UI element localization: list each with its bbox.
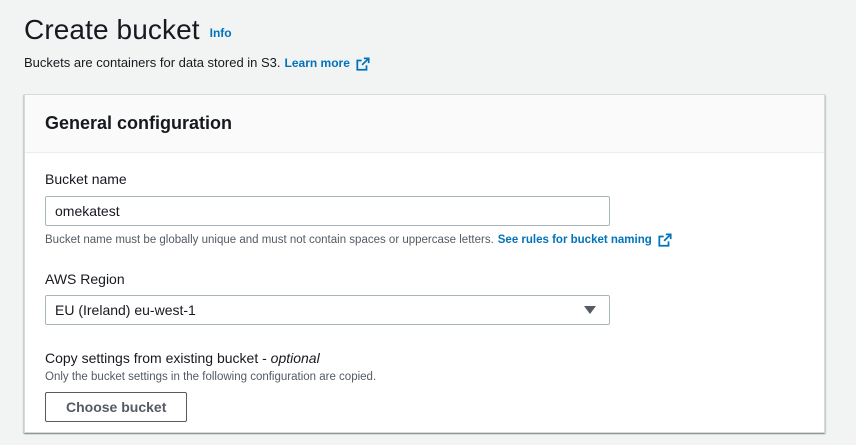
learn-more-label: Learn more bbox=[284, 56, 350, 70]
page-title: Create bucket bbox=[24, 14, 200, 45]
constraint-text: Bucket name must be globally unique and … bbox=[45, 234, 494, 246]
aws-region-field: AWS Region EU (Ireland) eu-west-1 bbox=[45, 269, 804, 325]
bucket-name-label: Bucket name bbox=[45, 171, 127, 187]
external-link-icon bbox=[356, 57, 370, 71]
external-link-icon bbox=[658, 233, 672, 247]
copy-settings-label-text: Copy settings from existing bucket - bbox=[45, 350, 271, 366]
panel-body: Bucket name Bucket name must be globally… bbox=[25, 153, 824, 422]
copy-settings-label: Copy settings from existing bucket - opt… bbox=[45, 348, 804, 368]
aws-region-label: AWS Region bbox=[45, 271, 125, 287]
description-text: Buckets are containers for data stored i… bbox=[24, 55, 281, 70]
caret-down-icon bbox=[584, 306, 596, 314]
optional-tag: optional bbox=[270, 350, 320, 366]
panel-header: General configuration bbox=[25, 95, 824, 153]
page-header: Create bucket Info Buckets are container… bbox=[24, 12, 824, 72]
info-link[interactable]: Info bbox=[210, 26, 232, 40]
aws-region-select[interactable]: EU (Ireland) eu-west-1 bbox=[45, 295, 610, 325]
copy-settings-field: Copy settings from existing bucket - opt… bbox=[45, 348, 804, 422]
learn-more-link[interactable]: Learn more bbox=[285, 54, 370, 72]
panel-title: General configuration bbox=[45, 113, 233, 133]
page-description: Buckets are containers for data stored i… bbox=[24, 54, 824, 72]
selected-region: EU (Ireland) eu-west-1 bbox=[55, 302, 196, 318]
choose-bucket-button[interactable]: Choose bucket bbox=[45, 392, 188, 422]
rules-link-label: See rules for bucket naming bbox=[497, 234, 652, 246]
title-row: Create bucket Info bbox=[24, 12, 824, 48]
copy-settings-description: Only the bucket settings in the followin… bbox=[45, 371, 377, 383]
bucket-name-input[interactable] bbox=[45, 196, 610, 226]
bucket-naming-rules-link[interactable]: See rules for bucket naming bbox=[498, 232, 672, 248]
general-configuration-panel: General configuration Bucket name Bucket… bbox=[24, 94, 825, 433]
bucket-name-constraint: Bucket name must be globally unique and … bbox=[45, 232, 804, 248]
bucket-name-field: Bucket name Bucket name must be globally… bbox=[45, 169, 804, 248]
